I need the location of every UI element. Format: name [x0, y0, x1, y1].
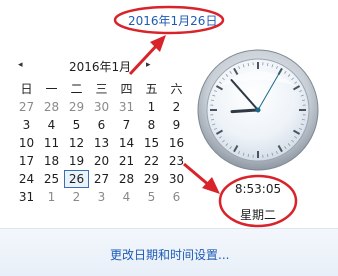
calendar-day[interactable]: 18 — [39, 152, 64, 170]
weekday-header: 四 — [120, 82, 133, 96]
calendar-day[interactable]: 16 — [164, 134, 189, 152]
weekday-header: 六 — [170, 82, 183, 96]
weekday-header: 二 — [70, 82, 83, 96]
calendar-day[interactable]: 24 — [14, 170, 39, 188]
calendar-day[interactable]: 6 — [164, 188, 189, 206]
calendar-day[interactable]: 1 — [139, 98, 164, 116]
calendar-day[interactable]: 27 — [89, 170, 114, 188]
calendar-day[interactable]: 30 — [89, 98, 114, 116]
calendar-day[interactable]: 4 — [39, 116, 64, 134]
calendar-day[interactable]: 17 — [14, 152, 39, 170]
footer-bar: 更改日期和时间设置... — [0, 228, 338, 276]
calendar-day[interactable]: 29 — [64, 98, 89, 116]
change-settings-link[interactable]: 更改日期和时间设置... — [110, 246, 229, 263]
calendar-day[interactable]: 8 — [139, 116, 164, 134]
calendar-day[interactable]: 22 — [139, 152, 164, 170]
weekday-header: 三 — [95, 82, 108, 96]
calendar-day[interactable]: 25 — [39, 170, 64, 188]
calendar-day[interactable]: 23 — [164, 152, 189, 170]
current-date-link[interactable]: 2016年1月26日 — [128, 12, 217, 29]
calendar-day[interactable]: 31 — [114, 98, 139, 116]
calendar-day[interactable]: 5 — [64, 116, 89, 134]
calendar-day[interactable]: 20 — [89, 152, 114, 170]
calendar-day[interactable]: 28 — [39, 98, 64, 116]
digital-time: 8:53:05 — [234, 182, 282, 196]
next-month-icon[interactable]: ▸ — [146, 60, 151, 70]
calendar-day[interactable]: 6 — [89, 116, 114, 134]
weekday-header: 五 — [145, 82, 158, 96]
calendar-day[interactable]: 28 — [114, 170, 139, 188]
calendar-day[interactable]: 10 — [14, 134, 39, 152]
calendar-day[interactable]: 13 — [89, 134, 114, 152]
calendar-day[interactable]: 7 — [114, 116, 139, 134]
weekday-header: 日 — [20, 82, 33, 96]
annotation-arrow-to-date — [128, 35, 166, 76]
analog-clock-icon — [197, 49, 319, 171]
calendar-day[interactable]: 19 — [64, 152, 89, 170]
calendar-day[interactable]: 27 — [14, 98, 39, 116]
calendar-day[interactable]: 21 — [114, 152, 139, 170]
calendar-day[interactable]: 31 — [14, 188, 39, 206]
calendar-day[interactable]: 3 — [89, 188, 114, 206]
calendar-day[interactable]: 5 — [139, 188, 164, 206]
calendar-day-selected[interactable]: 26 — [64, 170, 89, 188]
calendar-grid: 日一二三四五六 27 28 29 30 31 1 2 3 4 5 6 7 8 9 10 11 12 13 14 15 16… — [14, 80, 189, 206]
weekday-label: 星期二 — [239, 208, 276, 222]
calendar-clock-panel: 2016年1月26日 ◂ 2016年1月 ▸ 日一二三四五六 27 28 29 30 31… — [0, 0, 338, 228]
weekday-header: 一 — [45, 82, 58, 96]
calendar-day[interactable]: 2 — [64, 188, 89, 206]
calendar-day[interactable]: 1 — [39, 188, 64, 206]
calendar-day[interactable]: 2 — [164, 98, 189, 116]
calendar-day[interactable]: 12 — [64, 134, 89, 152]
calendar-day[interactable]: 30 — [164, 170, 189, 188]
calendar-day[interactable]: 29 — [139, 170, 164, 188]
month-title[interactable]: 2016年1月 — [69, 58, 131, 75]
calendar-day[interactable]: 4 — [114, 188, 139, 206]
prev-month-icon[interactable]: ◂ — [18, 60, 23, 70]
calendar-day[interactable]: 11 — [39, 134, 64, 152]
calendar-day[interactable]: 9 — [164, 116, 189, 134]
calendar-day[interactable]: 15 — [139, 134, 164, 152]
calendar-day[interactable]: 14 — [114, 134, 139, 152]
calendar-day[interactable]: 3 — [14, 116, 39, 134]
